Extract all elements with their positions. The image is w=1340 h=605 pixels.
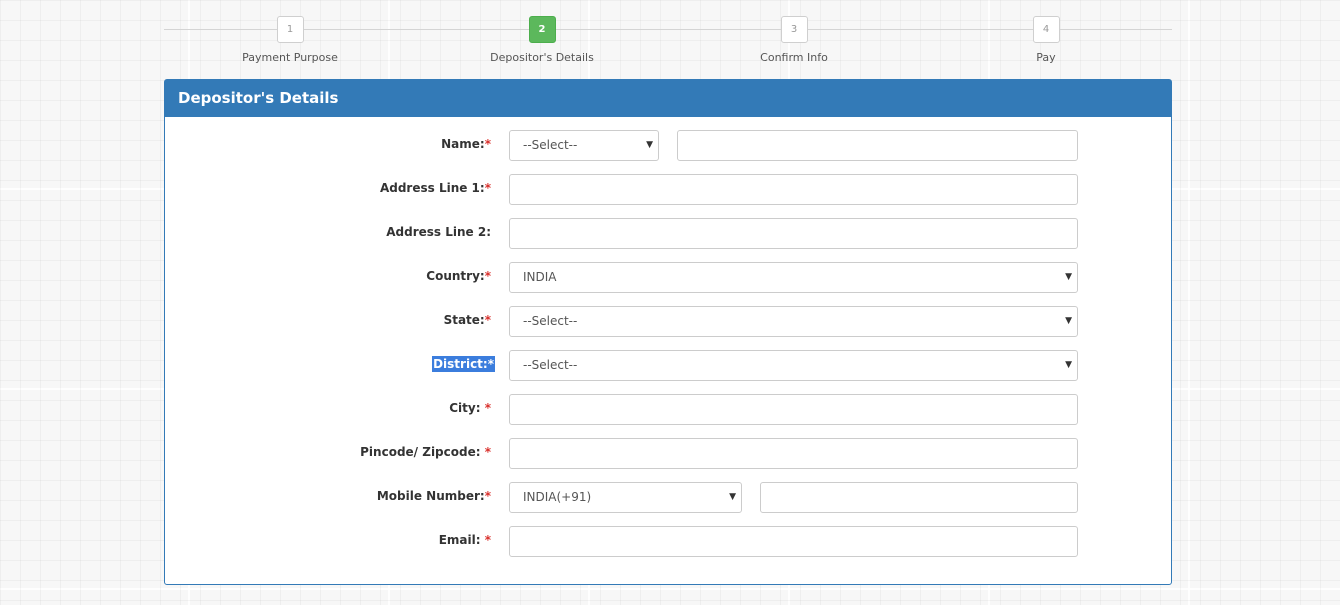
mobile-label: Mobile Number:* [376,489,491,503]
caret-down-icon: ▼ [1065,316,1072,326]
depositor-details-panel: Depositor's Details Name:* --Select-- ▼ … [164,79,1172,585]
country-select[interactable]: INDIA ▼ [509,262,1078,293]
select-value: INDIA [523,270,557,284]
address-line-1-input[interactable] [509,174,1078,205]
progress-stepper: 1 Payment Purpose 2 Depositor's Details … [164,16,1172,66]
email-label: Email: * [438,533,491,547]
city-input[interactable] [509,394,1078,425]
required-marker: * [484,181,491,195]
state-row: State:* --Select-- ▼ [165,304,1171,337]
required-marker: * [484,401,491,415]
pincode-label: Pincode/ Zipcode: * [360,445,491,459]
step-number: 2 [528,16,556,43]
required-marker: * [484,313,491,327]
address-line-2-label: Address Line 2: [386,225,491,239]
step-depositors-details: 2 Depositor's Details [477,16,607,64]
address-line-2-row: Address Line 2: [165,216,1171,249]
page: 1 Payment Purpose 2 Depositor's Details … [0,0,1340,605]
district-select[interactable]: --Select-- ▼ [509,350,1078,381]
step-pay: 4 Pay [981,16,1111,64]
required-marker: * [484,533,491,547]
required-marker: * [487,357,494,371]
required-marker: * [484,489,491,503]
pincode-input[interactable] [509,438,1078,469]
country-row: Country:* INDIA ▼ [165,260,1171,293]
panel-title: Depositor's Details [165,80,1171,117]
step-label: Pay [1036,51,1056,64]
mobile-number-input[interactable] [760,482,1078,513]
required-marker: * [484,445,491,459]
select-value: --Select-- [523,138,578,152]
city-label: City: * [449,401,491,415]
state-select[interactable]: --Select-- ▼ [509,306,1078,337]
step-payment-purpose: 1 Payment Purpose [225,16,355,64]
step-number: 1 [276,16,304,43]
select-value: --Select-- [523,314,578,328]
email-row: Email: * [165,524,1171,557]
caret-down-icon: ▼ [729,492,736,502]
step-number: 3 [780,16,808,43]
step-label: Payment Purpose [242,51,338,64]
name-input[interactable] [677,130,1078,161]
email-input[interactable] [509,526,1078,557]
required-marker: * [484,137,491,151]
district-row: District:* --Select-- ▼ [165,348,1171,381]
district-label: District:* [432,348,495,380]
address-line-1-row: Address Line 1:* [165,172,1171,205]
select-value: --Select-- [523,358,578,372]
caret-down-icon: ▼ [646,140,653,150]
address-line-2-input[interactable] [509,218,1078,249]
state-label: State:* [443,313,491,327]
step-number: 4 [1032,16,1060,43]
country-code-select[interactable]: INDIA(+91) ▼ [509,482,742,513]
address-line-1-label: Address Line 1:* [379,181,491,195]
name-title-select[interactable]: --Select-- ▼ [509,130,659,161]
caret-down-icon: ▼ [1065,360,1072,370]
selected-text: District:* [432,356,495,372]
step-label: Confirm Info [760,51,828,64]
select-value: INDIA(+91) [523,490,592,504]
pincode-row: Pincode/ Zipcode: * [165,436,1171,469]
required-marker: * [484,269,491,283]
city-row: City: * [165,392,1171,425]
step-confirm-info: 3 Confirm Info [729,16,859,64]
mobile-row: Mobile Number:* INDIA(+91) ▼ [165,480,1171,513]
country-label: Country:* [426,269,491,283]
name-label: Name:* [441,137,491,151]
step-label: Depositor's Details [490,51,594,64]
caret-down-icon: ▼ [1065,272,1072,282]
name-row: Name:* --Select-- ▼ [165,128,1171,161]
